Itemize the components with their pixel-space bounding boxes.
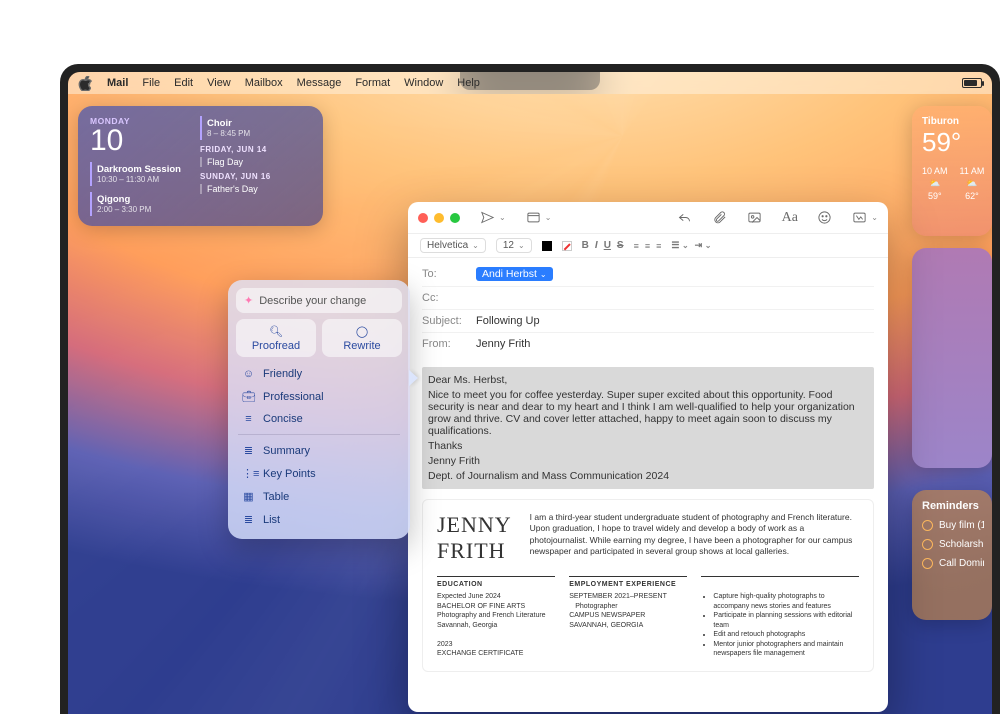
align-left-icon[interactable]: ≡ [634,241,639,251]
tone-concise[interactable]: ≡Concise [236,408,402,430]
menu-edit[interactable]: Edit [174,77,193,89]
underline-button[interactable]: U [604,240,611,251]
list-icon: ≣ [242,513,255,526]
chevron-down-icon[interactable]: ⌄ [545,213,552,222]
keypoints-icon: ⋮≡ [242,467,255,480]
calendar-date: 10 [90,126,190,156]
menu-window[interactable]: Window [404,77,443,89]
from-field[interactable]: Jenny Frith [476,338,530,350]
reminder-item[interactable]: Buy film (13 [922,520,984,531]
recipient-token[interactable]: Andi Herbst⌄ [476,267,553,281]
weather-temp: 59° [922,127,992,158]
list-icon[interactable]: ☰ ⌄ [671,240,688,251]
menu-mailbox[interactable]: Mailbox [245,77,283,89]
describe-change-field[interactable]: ✦ Describe your change [236,288,402,313]
menu-message[interactable]: Message [297,77,342,89]
menubar-app[interactable]: Mail [107,77,128,89]
rewrite-button[interactable]: ◯ Rewrite [322,319,402,357]
reminders-title: Reminders [922,500,984,512]
cc-label: Cc: [422,292,470,304]
summary-icon: ≣ [242,444,255,457]
font-select[interactable]: Helvetica⌄ [420,238,486,253]
reminder-item[interactable]: Call Domin [922,558,984,569]
weather-location: Tiburon [922,116,992,127]
align-center-icon[interactable]: ≡ [645,241,650,251]
format-table[interactable]: ▦Table [236,485,402,508]
header-fields-icon[interactable] [526,210,541,225]
strike-button[interactable]: S [617,240,624,251]
calendar-event: Choir 8 – 8:45 PM [200,116,311,140]
menu-format[interactable]: Format [355,77,390,89]
calendar-event: Darkroom Session 10:30 – 11:30 AM [90,162,190,186]
cv-attachment: JENNY FRITH I am a third-year student un… [422,499,874,672]
format-list[interactable]: ≣List [236,508,402,531]
photos-widget[interactable] [912,248,992,468]
photo-icon[interactable] [747,210,762,225]
desktop: Mail File Edit View Mailbox Message Form… [68,72,992,714]
media-icon[interactable] [852,210,867,225]
reply-icon[interactable] [677,210,692,225]
reminders-widget[interactable]: Reminders Buy film (13 Scholarshi Call D… [912,490,992,620]
format-summary[interactable]: ≣Summary [236,439,402,462]
table-icon: ▦ [242,490,255,503]
reminder-item[interactable]: Scholarshi [922,539,984,550]
text-color[interactable] [542,241,552,251]
menubar: Mail File Edit View Mailbox Message Form… [68,72,992,94]
rewrite-icon: ◯ [356,325,368,338]
calendar-widget[interactable]: MONDAY 10 Darkroom Session 10:30 – 11:30… [78,106,323,226]
titlebar[interactable]: ⌄ ⌄ Aa [408,202,888,234]
header-fields: To: Andi Herbst⌄ Cc: Subject: Following … [408,258,888,359]
highlight-color[interactable] [562,241,572,251]
indent-icon[interactable]: ⇥ ⌄ [695,240,712,251]
weather-widget[interactable]: Tiburon 59° 10 AM⛅59° 11 AM⛅62° [912,106,992,236]
subject-label: Subject: [422,315,470,327]
zoom-button[interactable] [450,213,460,223]
smile-icon: ☺ [242,368,255,380]
compose-window: ⌄ ⌄ Aa [408,202,888,712]
menu-help[interactable]: Help [457,77,480,89]
subject-field[interactable]: Following Up [476,315,540,327]
magnifier-icon: 🔍︎ [269,325,283,338]
tone-professional[interactable]: 💼︎Professional [236,385,402,408]
writing-tools-popover: ✦ Describe your change 🔍︎ Proofread ◯ Re… [228,280,410,539]
briefcase-icon: 💼︎ [242,390,255,403]
from-label: From: [422,338,470,350]
attachment-icon[interactable] [712,210,727,225]
close-button[interactable] [418,213,428,223]
laptop-frame: Mail File Edit View Mailbox Message Form… [60,64,1000,714]
battery-icon[interactable] [962,78,982,88]
chevron-down-icon[interactable]: ⌄ [499,213,506,222]
to-label: To: [422,268,470,280]
emoji-icon[interactable] [817,210,832,225]
italic-button[interactable]: I [595,240,598,251]
apple-logo[interactable] [78,76,93,91]
menu-file[interactable]: File [142,77,160,89]
format-icon[interactable]: Aa [782,210,797,225]
format-bar: Helvetica⌄ 12⌄ B I U S ≡ ≡ ≡ [408,234,888,258]
tone-friendly[interactable]: ☺Friendly [236,363,402,385]
sparkle-icon: ✦ [244,294,253,307]
send-icon[interactable] [480,210,495,225]
fontsize-select[interactable]: 12⌄ [496,238,532,253]
cv-bio: I am a third-year student undergraduate … [530,512,859,564]
proofread-button[interactable]: 🔍︎ Proofread [236,319,316,357]
concise-icon: ≡ [242,413,255,425]
chevron-down-icon[interactable]: ⌄ [871,213,878,222]
bold-button[interactable]: B [582,240,589,251]
selected-text: Dear Ms. Herbst, Nice to meet you for co… [422,367,874,489]
minimize-button[interactable] [434,213,444,223]
message-body[interactable]: Dear Ms. Herbst, Nice to meet you for co… [408,359,888,712]
format-keypoints[interactable]: ⋮≡Key Points [236,462,402,485]
menu-view[interactable]: View [207,77,231,89]
align-right-icon[interactable]: ≡ [656,241,661,251]
calendar-event: Qigong 2:00 – 3:30 PM [90,192,190,216]
